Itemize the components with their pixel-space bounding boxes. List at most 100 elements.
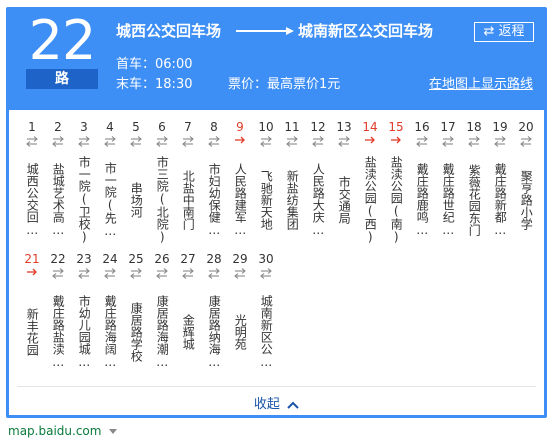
stop-item[interactable]: 23 市幼儿园城… [73, 252, 95, 382]
stop-name: 盐渎公园(西) [363, 156, 378, 244]
direction-arrow-icon [236, 27, 294, 35]
show-route-on-map-link[interactable]: 在地图上显示路线 [429, 76, 533, 94]
stop-number: 7 [184, 120, 192, 134]
stop-name: 盐渎公园(南) [389, 156, 404, 244]
stop-item[interactable]: 16 戴庄路鹿鸣… [411, 120, 433, 250]
stop-item[interactable]: 4 市一院(先… [99, 120, 121, 250]
stop-number: 12 [310, 120, 326, 134]
stop-item[interactable]: 2 盐城艺术高… [47, 120, 69, 250]
stop-item[interactable]: 1 城西公交回… [21, 120, 43, 250]
stop-number: 2 [54, 120, 62, 134]
stop-item[interactable]: 22 戴庄路盐渎… [47, 252, 69, 382]
bidirectional-icon [156, 268, 168, 279]
stop-name: 新盐纺集团 [285, 170, 300, 230]
stop-item[interactable]: 24 戴庄路海阔… [99, 252, 121, 382]
stop-number: 20 [518, 120, 534, 134]
last-bus-label: 末车： [116, 77, 156, 92]
first-bus-label: 首车： [116, 57, 156, 72]
stop-name: 飞驰新天地 [259, 170, 274, 230]
stop-number: 16 [414, 120, 430, 134]
stop-item[interactable]: 26 康居路海潮… [151, 252, 173, 382]
stop-name: 光明苑 [233, 314, 248, 350]
direction-arrow-icon [27, 268, 37, 276]
bidirectional-icon [182, 268, 194, 279]
stop-item[interactable]: 13 市交通局 [333, 120, 355, 250]
stop-name: 康居路纳海… [207, 295, 222, 369]
stop-item[interactable]: 8 市妇幼保健… [203, 120, 225, 250]
chevron-down-icon[interactable] [109, 429, 118, 434]
stop-number: 28 [206, 252, 222, 266]
stop-number: 15 [388, 120, 404, 134]
divider [17, 386, 536, 387]
stop-name: 人民路建军… [233, 163, 248, 237]
stop-item[interactable]: 15 盐渎公园(南) [385, 120, 407, 250]
stop-number: 6 [158, 120, 166, 134]
stop-item[interactable]: 18 紫薇花园东门 [463, 120, 485, 250]
stop-item[interactable]: 6 市三院(北院) [151, 120, 173, 250]
stop-name: 城南新区公… [259, 295, 274, 369]
bidirectional-icon [208, 268, 220, 279]
stop-name: 串场河 [129, 182, 144, 218]
stop-number: 19 [492, 120, 508, 134]
stops-panel: 1 城西公交回… 2 盐城艺术高… 3 市一院(卫校) 4 市一院(先… 5 串场河 6 市三院(北院… [9, 110, 544, 415]
bidirectional-icon [468, 136, 480, 147]
stop-name: 聚亨路小学 [519, 170, 534, 230]
stop-item[interactable]: 5 串场河 [125, 120, 147, 250]
stop-name: 市妇幼保健… [207, 163, 222, 237]
stop-number: 13 [336, 120, 352, 134]
stop-item[interactable]: 9 人民路建军… [229, 120, 251, 250]
bidirectional-icon [156, 136, 168, 147]
stop-item[interactable]: 17 戴庄路世纪… [437, 120, 459, 250]
stop-item[interactable]: 29 光明苑 [229, 252, 251, 382]
stop-item[interactable]: 3 市一院(卫校) [73, 120, 95, 250]
bidirectional-icon [208, 136, 220, 147]
bidirectional-icon [260, 268, 272, 279]
stop-number: 21 [24, 252, 40, 266]
direction-arrow-icon [391, 136, 401, 144]
stop-item[interactable]: 11 新盐纺集团 [281, 120, 303, 250]
last-bus-value: 18:30 [155, 77, 193, 92]
first-bus-value: 06:00 [155, 57, 193, 72]
stop-item[interactable]: 20 聚亨路小学 [515, 120, 537, 250]
bidirectional-icon [104, 268, 116, 279]
bidirectional-icon [260, 136, 272, 147]
route-number: 22 [28, 9, 97, 72]
stop-item[interactable]: 12 人民路大庆… [307, 120, 329, 250]
stop-number: 30 [258, 252, 274, 266]
bidirectional-icon [494, 136, 506, 147]
stop-item[interactable]: 14 盐渎公园(西) [359, 120, 381, 250]
stop-number: 11 [284, 120, 300, 134]
bidirectional-icon [182, 136, 194, 147]
stop-item[interactable]: 25 康居路学校 [125, 252, 147, 382]
return-trip-button[interactable]: ⇄ 返程 [474, 22, 534, 42]
stop-item[interactable]: 7 北盐中南门 [177, 120, 199, 250]
stop-item[interactable]: 21 新丰花园 [21, 252, 43, 382]
stop-name: 新丰花园 [25, 308, 40, 356]
stop-number: 14 [362, 120, 378, 134]
collapse-button[interactable]: 收起 [9, 393, 544, 412]
stop-item[interactable]: 28 康居路纳海… [203, 252, 225, 382]
stop-name: 城西公交回… [25, 163, 40, 237]
stop-item[interactable]: 10 飞驰新天地 [255, 120, 277, 250]
stop-item[interactable]: 30 城南新区公… [255, 252, 277, 382]
stop-number: 4 [106, 120, 114, 134]
stop-name: 市交通局 [337, 176, 352, 224]
stop-number: 25 [128, 252, 144, 266]
stop-name: 市幼儿园城… [77, 295, 92, 369]
stop-item[interactable]: 19 戴庄路新都… [489, 120, 511, 250]
origin-terminal: 城西公交回车场 [116, 22, 222, 40]
stop-name: 康居路学校 [129, 302, 144, 362]
bidirectional-icon [416, 136, 428, 147]
bidirectional-icon [338, 136, 350, 147]
stop-number: 26 [154, 252, 170, 266]
stop-number: 10 [258, 120, 274, 134]
first-bus-time: 首车：06:00 [116, 56, 192, 74]
stop-name: 康居路海潮… [155, 295, 170, 369]
bidirectional-icon [52, 268, 64, 279]
stop-name: 戴庄路海阔… [103, 295, 118, 369]
bidirectional-icon [234, 268, 246, 279]
bidirectional-icon [130, 136, 142, 147]
stop-item[interactable]: 27 金辉城 [177, 252, 199, 382]
bidirectional-icon [520, 136, 532, 147]
bidirectional-icon [26, 136, 38, 147]
